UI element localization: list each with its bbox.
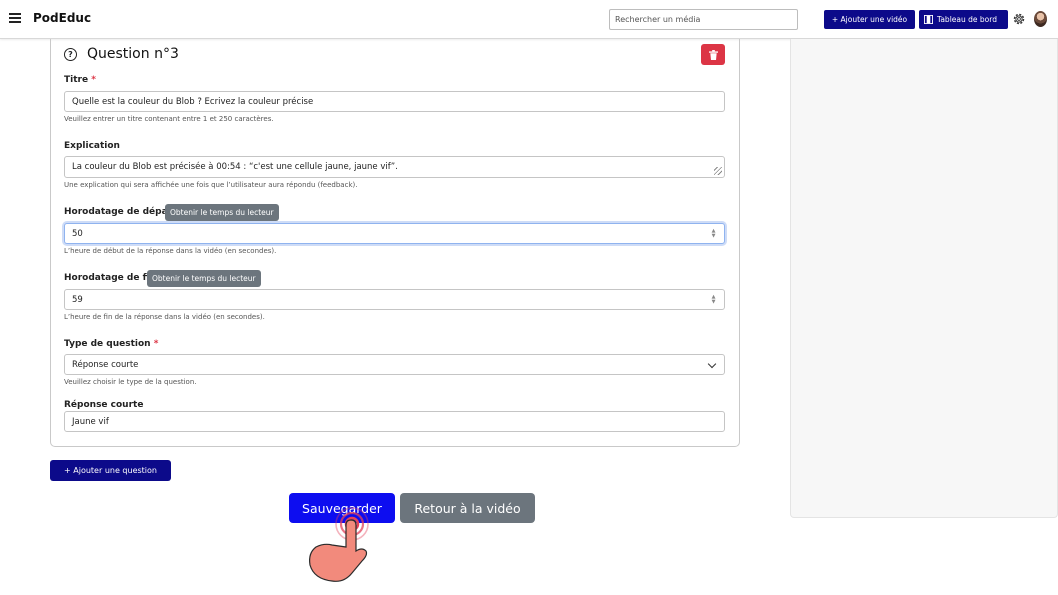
end-time-label: Horodatage de fin <box>64 273 156 283</box>
end-time-input[interactable]: 59 ▲ ▼ <box>64 289 725 310</box>
start-time-value: 50 <box>72 228 83 239</box>
trash-icon <box>708 49 718 60</box>
explication-textarea[interactable]: La couleur du Blob est précisée à 00:54 … <box>64 156 725 178</box>
user-avatar[interactable] <box>1034 11 1047 27</box>
number-spinner[interactable]: ▲ ▼ <box>710 229 717 239</box>
add-video-button[interactable]: + Ajouter une vidéo <box>824 10 915 29</box>
add-question-button[interactable]: + Ajouter une question <box>50 460 171 481</box>
back-to-video-button[interactable]: Retour à la vidéo <box>400 493 535 523</box>
start-time-label: Horodatage de départ <box>64 207 177 217</box>
question-title: Question n°3 <box>87 46 179 62</box>
menu-icon[interactable] <box>9 13 21 23</box>
titre-input[interactable]: Quelle est la couleur du Blob ? Ecrivez … <box>64 91 725 112</box>
titre-label: Titre * <box>64 75 96 85</box>
question-circle-icon: ? <box>64 48 77 61</box>
short-answer-input[interactable]: Jaune vif <box>64 411 725 432</box>
question-type-select[interactable]: Réponse courte <box>64 354 725 375</box>
end-time-value: 59 <box>72 294 83 305</box>
side-panel <box>790 39 1058 518</box>
start-time-input[interactable]: 50 ▲ ▼ <box>64 223 725 244</box>
explication-help: Une explication qui sera affichée une fo… <box>64 181 358 189</box>
question-type-label: Type de question * <box>64 339 159 349</box>
search-input[interactable] <box>609 9 798 30</box>
delete-question-button[interactable] <box>701 44 725 65</box>
end-time-help: L’heure de fin de la réponse dans la vid… <box>64 313 265 321</box>
dashboard-label: Tableau de bord <box>937 15 997 24</box>
short-answer-label: Réponse courte <box>64 400 144 410</box>
start-time-help: L’heure de début de la réponse dans la v… <box>64 247 277 255</box>
get-end-time-button[interactable]: Obtenir le temps du lecteur <box>147 270 261 287</box>
resize-handle[interactable] <box>714 167 722 175</box>
gear-icon[interactable] <box>1012 12 1026 26</box>
dashboard-button[interactable]: Tableau de bord <box>919 10 1008 29</box>
brand-logo[interactable]: PodEduc <box>33 11 91 25</box>
number-spinner[interactable]: ▲ ▼ <box>710 295 717 305</box>
chevron-down-icon <box>707 359 717 369</box>
top-navbar: PodEduc + Ajouter une vidéo Tableau de b… <box>0 0 1058 39</box>
explication-label: Explication <box>64 141 120 151</box>
save-button[interactable]: Sauvegarder <box>289 493 395 523</box>
film-icon <box>924 15 933 24</box>
question-type-value: Réponse courte <box>72 359 139 370</box>
question-type-help: Veuillez choisir le type de la question. <box>64 378 197 386</box>
explication-text: La couleur du Blob est précisée à 00:54 … <box>72 162 398 172</box>
titre-help: Veuillez entrer un titre contenant entre… <box>64 115 274 123</box>
get-start-time-button[interactable]: Obtenir le temps du lecteur <box>165 204 279 221</box>
